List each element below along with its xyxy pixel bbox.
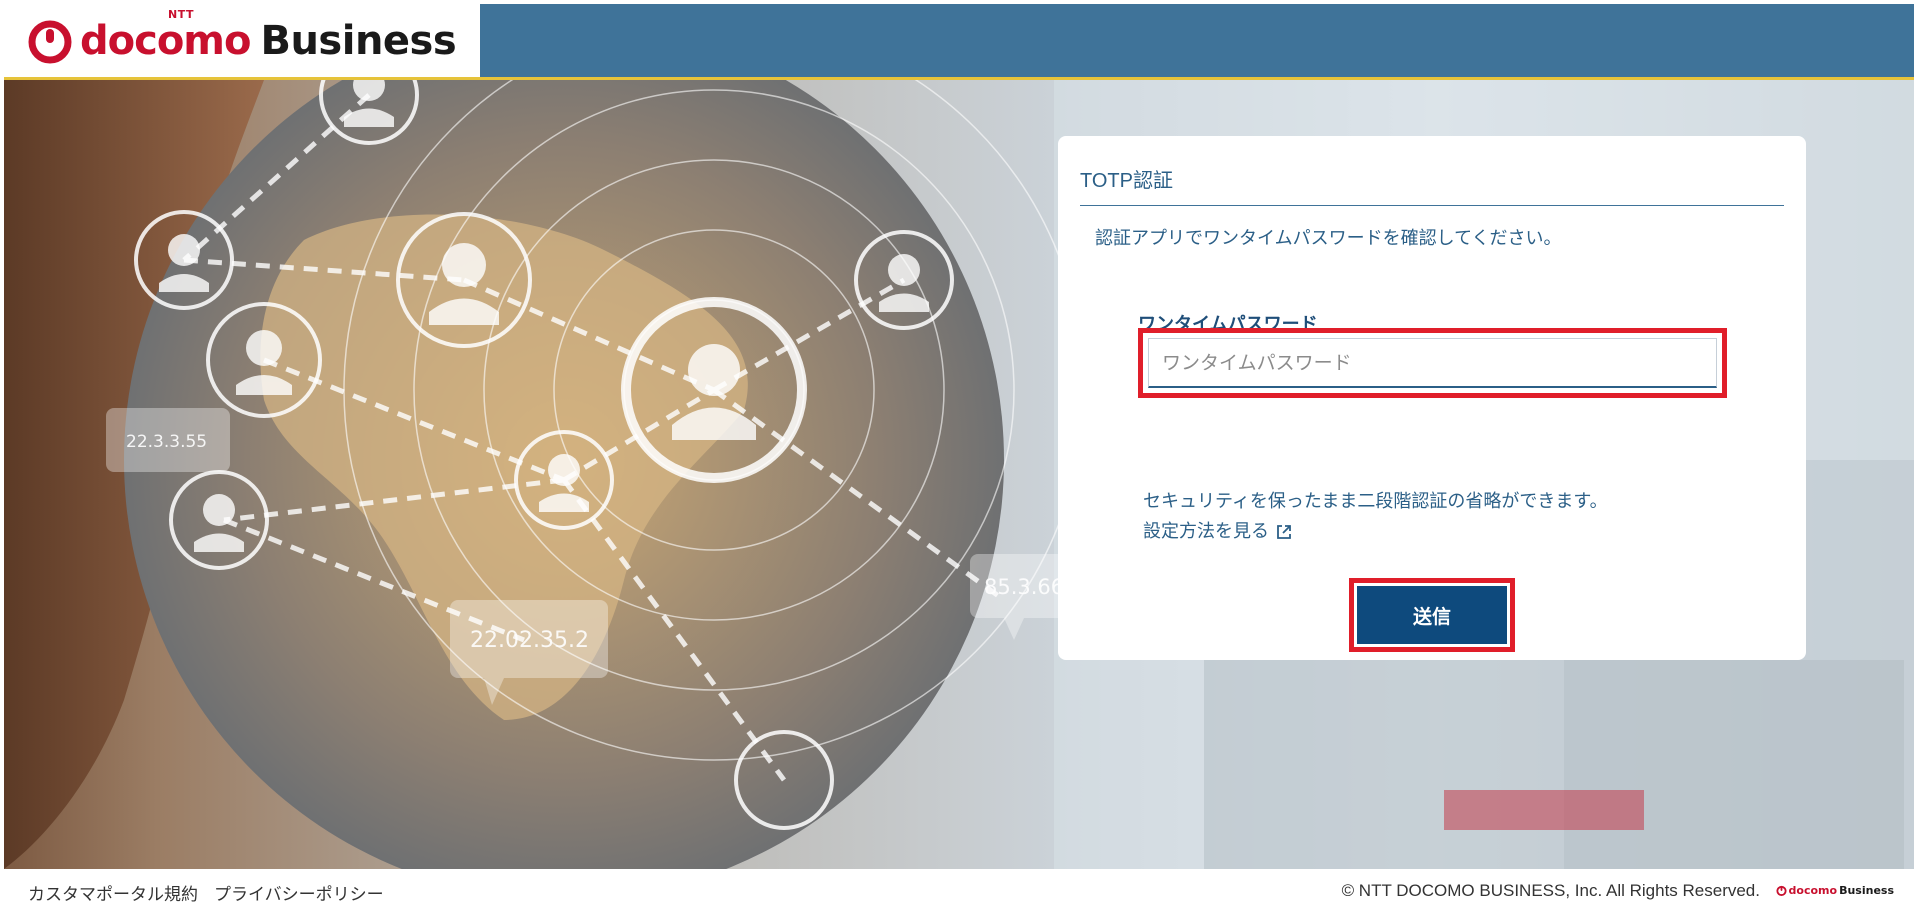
ip-label-2: 22.02.35.2 [470,628,589,653]
otp-input-highlight [1138,328,1727,398]
otp-input[interactable] [1148,338,1717,388]
card-title: TOTP認証 [1080,170,1173,192]
docomo-mark-icon [1776,885,1787,896]
docomo-mark-icon [28,20,72,63]
logo-area: NTT docomo Business [4,4,480,80]
footer-logo: docomo Business [1776,884,1894,897]
submit-highlight: 送信 [1349,578,1515,652]
site-header: NTT docomo Business [4,4,1914,80]
skip-2fa-note: セキュリティを保ったまま二段階認証の省略ができます。 設定方法を見る [1143,487,1608,547]
footer-link-terms[interactable]: カスタマポータル規約 [28,880,198,905]
external-link-icon [1277,525,1291,539]
footer-logo-business: Business [1839,884,1894,897]
footer-links: カスタマポータル規約 プライバシーポリシー [28,880,384,905]
site-footer: カスタマポータル規約 プライバシーポリシー © NTT DOCOMO BUSIN… [4,869,1914,916]
note-text: セキュリティを保ったまま二段階認証の省略ができます。 [1143,491,1608,512]
settings-howto-link-label: 設定方法を見る [1143,521,1269,542]
settings-howto-link[interactable]: 設定方法を見る [1143,517,1293,547]
header-bar [480,4,1914,80]
logo-business-text: Business [260,17,457,64]
logo-ntt-text: NTT [168,7,194,21]
ip-label-1: 22.3.3.55 [126,432,207,452]
docomo-business-logo: NTT docomo Business [26,8,457,65]
footer-logo-docomo: docomo [1788,884,1838,897]
copyright-text: © NTT DOCOMO BUSINESS, Inc. All Rights R… [1341,881,1760,900]
card-divider [1080,205,1784,206]
submit-button[interactable]: 送信 [1357,586,1507,644]
card-description: 認証アプリでワンタイムパスワードを確認してください。 [1095,228,1562,249]
totp-auth-card: TOTP認証 認証アプリでワンタイムパスワードを確認してください。 ワンタイムパ… [1058,136,1806,660]
logo-docomo-text: docomo [80,17,251,64]
footer-link-privacy[interactable]: プライバシーポリシー [214,880,384,905]
